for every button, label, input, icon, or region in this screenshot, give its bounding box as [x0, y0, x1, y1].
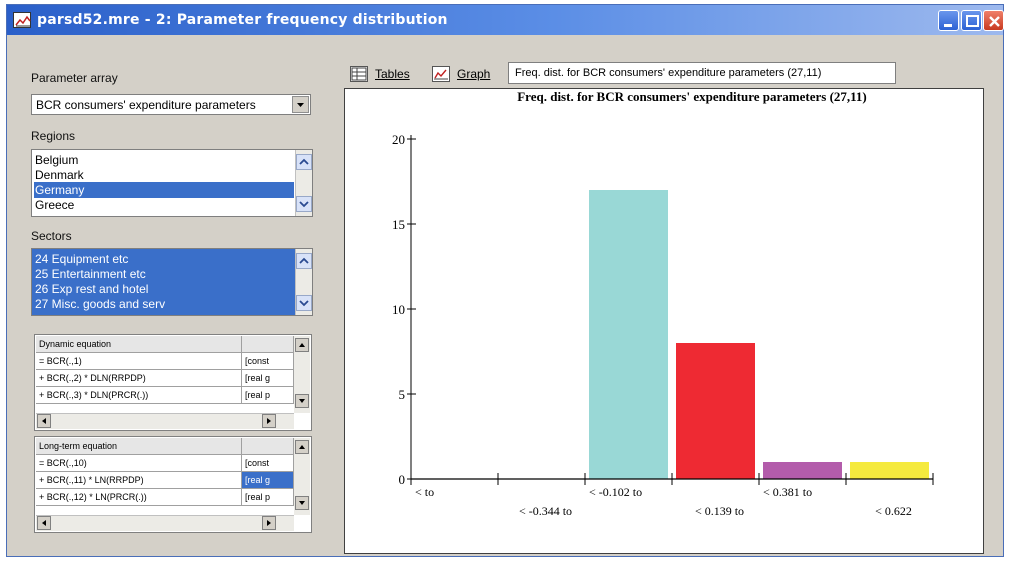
- chevron-down-icon[interactable]: [292, 96, 309, 113]
- grid-header: [242, 336, 294, 353]
- window-title: parsd52.mre - 2: Parameter frequency dis…: [37, 12, 448, 28]
- regions-scrollbar[interactable]: [295, 150, 312, 216]
- scroll-up-icon[interactable]: [295, 440, 309, 454]
- dynamic-equation-grid[interactable]: Dynamic equation = BCR(.,1) [const + BCR…: [34, 334, 312, 431]
- list-item[interactable]: 24 Equipment etc: [34, 251, 294, 267]
- regions-label: Regions: [31, 129, 76, 143]
- bar: [850, 462, 929, 479]
- table-icon: [350, 66, 368, 82]
- tables-button[interactable]: Tables: [350, 63, 430, 87]
- chart-caption-box: Freq. dist. for BCR consumers' expenditu…: [508, 62, 896, 84]
- x-tick-label: < 0.381 to: [763, 485, 812, 499]
- grid-cell[interactable]: + BCR(.,11) * LN(RRPDP): [36, 472, 242, 489]
- grid-cell[interactable]: [real p: [242, 387, 294, 404]
- scroll-down-icon[interactable]: [296, 196, 312, 212]
- grid-header: [242, 438, 294, 455]
- maximize-button[interactable]: [961, 10, 982, 31]
- scroll-left-icon[interactable]: [37, 516, 51, 530]
- y-tick-label: 5: [399, 387, 406, 402]
- grid-horizontal-scrollbar[interactable]: [36, 413, 294, 429]
- scroll-up-icon[interactable]: [296, 154, 312, 170]
- list-item[interactable]: Belgium: [34, 152, 294, 168]
- list-item[interactable]: 26 Exp rest and hotel: [34, 281, 294, 297]
- minimize-button[interactable]: [938, 10, 959, 31]
- grid-header: Long-term equation: [36, 438, 242, 455]
- sectors-scrollbar[interactable]: [295, 249, 312, 315]
- x-tick-label: < -0.102 to: [589, 485, 642, 499]
- y-tick-label: 10: [392, 302, 405, 317]
- grid-vertical-scrollbar[interactable]: [294, 336, 310, 413]
- grid-horizontal-scrollbar[interactable]: [36, 515, 294, 531]
- parameter-array-select[interactable]: BCR consumers' expenditure parameters: [31, 94, 311, 115]
- grid-cell[interactable]: + BCR(.,2) * DLN(RRPDP): [36, 370, 242, 387]
- longterm-equation-grid[interactable]: Long-term equation = BCR(.,10) [const + …: [34, 436, 312, 533]
- regions-list[interactable]: Belgium Denmark Germany Greece: [31, 149, 313, 217]
- x-tick-label: < to: [415, 485, 434, 499]
- scroll-up-icon[interactable]: [295, 338, 309, 352]
- list-item[interactable]: 27 Misc. goods and serv: [34, 296, 294, 312]
- scroll-down-icon[interactable]: [296, 295, 312, 311]
- scroll-left-icon[interactable]: [37, 414, 51, 428]
- x-tick-label: < -0.344 to: [519, 504, 572, 518]
- close-button[interactable]: [983, 10, 1004, 31]
- y-tick-label: 20: [392, 132, 405, 147]
- grid-header: Dynamic equation: [36, 336, 242, 353]
- sectors-list[interactable]: 24 Equipment etc 25 Entertainment etc 26…: [31, 248, 313, 316]
- y-tick-label: 0: [399, 472, 406, 487]
- grid-cell[interactable]: [real g: [242, 370, 294, 387]
- x-tick-label: < 0.139 to: [695, 504, 744, 518]
- grid-cell[interactable]: = BCR(.,1): [36, 353, 242, 370]
- sectors-label: Sectors: [31, 229, 72, 243]
- scroll-down-icon[interactable]: [295, 496, 309, 510]
- x-tick-label: < 0.622: [875, 504, 912, 518]
- scroll-up-icon[interactable]: [296, 253, 312, 269]
- grid-cell[interactable]: [const: [242, 455, 294, 472]
- chart-panel[interactable]: Freq. dist. for BCR consumers' expenditu…: [344, 88, 984, 554]
- graph-button[interactable]: Graph: [432, 63, 508, 87]
- line-chart-icon: [432, 66, 450, 82]
- grid-cell[interactable]: [real g: [242, 472, 294, 489]
- grid-cell[interactable]: [real p: [242, 489, 294, 506]
- grid-vertical-scrollbar[interactable]: [294, 438, 310, 515]
- tables-label: Tables: [375, 67, 410, 81]
- title-bar[interactable]: parsd52.mre - 2: Parameter frequency dis…: [7, 5, 1004, 35]
- bar: [763, 462, 842, 479]
- chart-caption: Freq. dist. for BCR consumers' expenditu…: [515, 67, 822, 79]
- parameter-array-label: Parameter array: [31, 71, 118, 85]
- grid-cell[interactable]: + BCR(.,12) * LN(PRCR(.)): [36, 489, 242, 506]
- grid-cell[interactable]: + BCR(.,3) * DLN(PRCR(.)): [36, 387, 242, 404]
- list-item[interactable]: Denmark: [34, 167, 294, 183]
- scroll-right-icon[interactable]: [262, 516, 276, 530]
- chart-app-icon: [13, 12, 31, 28]
- app-window: parsd52.mre - 2: Parameter frequency dis…: [6, 4, 1004, 557]
- frequency-bar-chart: Freq. dist. for BCR consumers' expenditu…: [392, 89, 934, 518]
- list-item[interactable]: 25 Entertainment etc: [34, 266, 294, 282]
- parameter-array-value: BCR consumers' expenditure parameters: [36, 98, 256, 112]
- scroll-down-icon[interactable]: [295, 394, 309, 408]
- chart-title: Freq. dist. for BCR consumers' expenditu…: [517, 89, 867, 104]
- scroll-right-icon[interactable]: [262, 414, 276, 428]
- y-tick-label: 15: [392, 217, 405, 232]
- grid-cell[interactable]: = BCR(.,10): [36, 455, 242, 472]
- bar: [589, 190, 668, 479]
- graph-label: Graph: [457, 67, 491, 81]
- grid-cell[interactable]: [const: [242, 353, 294, 370]
- list-item[interactable]: Greece: [34, 197, 294, 213]
- bar: [676, 343, 755, 479]
- list-item[interactable]: Germany: [34, 182, 294, 198]
